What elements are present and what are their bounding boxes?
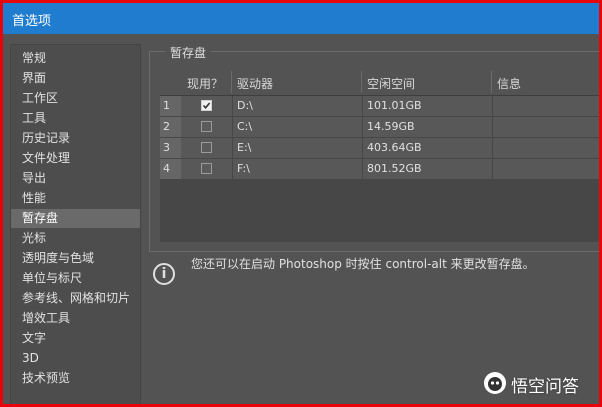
table-row[interactable]: 4 F:\ 801.52GB xyxy=(160,159,599,180)
sidebar-item-plugins[interactable]: 增效工具 xyxy=(11,309,140,328)
column-divider xyxy=(491,71,492,93)
drive-cell: D:\ xyxy=(237,99,253,112)
column-divider xyxy=(361,71,362,93)
active-checkbox[interactable] xyxy=(201,100,212,111)
active-checkbox[interactable] xyxy=(201,121,212,132)
column-header-info[interactable]: 信息 xyxy=(497,75,521,92)
watermark-text: 悟空问答 xyxy=(511,377,579,397)
sidebar-item-tech-preview[interactable]: 技术预览 xyxy=(11,369,140,388)
column-header-active[interactable]: 现用？ xyxy=(187,75,223,92)
sidebar-item-performance[interactable]: 性能 xyxy=(11,189,140,208)
table-row[interactable]: 2 C:\ 14.59GB xyxy=(160,117,599,138)
scratch-disk-hint: 您还可以在启动 Photoshop 时按住 control-alt 来更改暂存盘… xyxy=(191,257,535,271)
sidebar-item-general[interactable]: 常规 xyxy=(11,49,140,68)
group-title: 暂存盘 xyxy=(165,44,212,61)
table-row[interactable]: 3 E:\ 403.64GB xyxy=(160,138,599,159)
title-bar[interactable]: 首选项 xyxy=(3,3,599,34)
column-header-drive[interactable]: 驱动器 xyxy=(237,75,273,92)
sidebar-item-transparency-gamut[interactable]: 透明度与色域 xyxy=(11,249,140,268)
wukong-logo-icon xyxy=(484,372,506,394)
sidebar-item-scratch-disks[interactable]: 暂存盘 xyxy=(11,209,140,228)
sidebar-item-guides-grid-slices[interactable]: 参考线、网格和切片 xyxy=(11,289,140,308)
sidebar-item-3d[interactable]: 3D xyxy=(11,349,140,368)
sidebar-item-cursors[interactable]: 光标 xyxy=(11,229,140,248)
sidebar: 常规 界面 工作区 工具 历史记录 文件处理 导出 性能 暂存盘 光标 透明度与… xyxy=(10,44,141,404)
column-header-free-space[interactable]: 空闲空间 xyxy=(367,75,415,92)
row-index: 2 xyxy=(160,117,181,137)
window-title: 首选项 xyxy=(12,14,52,29)
sidebar-item-units-rulers[interactable]: 单位与标尺 xyxy=(11,269,140,288)
sidebar-item-workspace[interactable]: 工作区 xyxy=(11,89,140,108)
sidebar-item-type[interactable]: 文字 xyxy=(11,329,140,348)
active-checkbox[interactable] xyxy=(201,142,212,153)
active-checkbox[interactable] xyxy=(201,163,212,174)
row-index: 3 xyxy=(160,138,181,158)
row-index: 4 xyxy=(160,159,181,179)
free-space-cell: 801.52GB xyxy=(367,162,422,175)
free-space-cell: 101.01GB xyxy=(367,99,422,112)
row-index: 1 xyxy=(160,96,181,116)
scratch-disk-table: 1 D:\ 101.01GB 2 C:\ 14.59GB 3 E:\ 403.6… xyxy=(160,95,599,242)
drive-cell: C:\ xyxy=(237,120,253,133)
drive-cell: F:\ xyxy=(237,162,250,175)
info-circle-icon: i xyxy=(153,263,175,285)
sidebar-item-history[interactable]: 历史记录 xyxy=(11,129,140,148)
sidebar-item-interface[interactable]: 界面 xyxy=(11,69,140,88)
sidebar-item-file-handling[interactable]: 文件处理 xyxy=(11,149,140,168)
preferences-window: 首选项 常规 界面 工作区 工具 历史记录 文件处理 导出 性能 暂存盘 光标 … xyxy=(3,3,599,404)
column-divider xyxy=(231,71,232,93)
table-row[interactable]: 1 D:\ 101.01GB xyxy=(160,96,599,117)
sidebar-item-export[interactable]: 导出 xyxy=(11,169,140,188)
sidebar-item-tools[interactable]: 工具 xyxy=(11,109,140,128)
free-space-cell: 14.59GB xyxy=(367,120,415,133)
free-space-cell: 403.64GB xyxy=(367,141,422,154)
drive-cell: E:\ xyxy=(237,141,252,154)
checkmark-icon xyxy=(202,102,211,110)
